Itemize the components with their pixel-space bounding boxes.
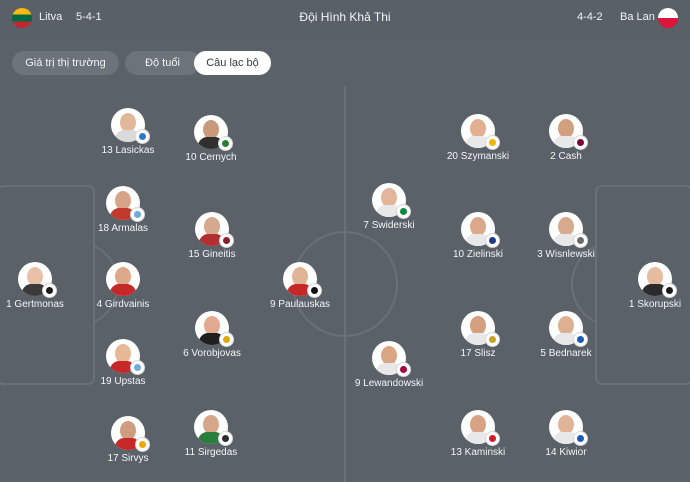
player-avatar — [194, 410, 233, 446]
player-avatar — [638, 262, 677, 298]
club-badge-icon — [130, 207, 145, 222]
player-avatar — [461, 212, 500, 248]
player-avatar — [461, 114, 500, 150]
player-name: 3 Wisnlewski — [537, 249, 595, 260]
player-avatar — [549, 311, 588, 347]
club-badge-icon — [130, 360, 145, 375]
player-avatar — [549, 212, 588, 248]
club-badge-icon — [485, 332, 500, 347]
player-card[interactable]: 1 Skorupski — [600, 262, 690, 310]
player-name: 9 Paulauskas — [269, 299, 331, 310]
club-badge-icon — [218, 431, 233, 446]
player-avatar — [106, 186, 145, 222]
player-card[interactable]: 10 Cernych — [156, 115, 266, 163]
player-name: 5 Bednarek — [540, 348, 592, 359]
club-badge-icon — [396, 362, 411, 377]
match-header: Litva 5-4-1 Đội Hình Khả Thi 4-4-2 Ba La… — [0, 0, 690, 38]
player-avatar — [195, 212, 234, 248]
club-badge-icon — [485, 233, 500, 248]
player-avatar — [372, 341, 411, 377]
club-badge-icon — [662, 283, 677, 298]
club-badge-icon — [135, 437, 150, 452]
club-badge-icon — [485, 431, 500, 446]
player-avatar — [194, 115, 233, 151]
club-badge-icon — [573, 431, 588, 446]
club-badge-icon — [307, 283, 322, 298]
player-name: 2 Cash — [550, 151, 582, 162]
player-avatar — [195, 311, 234, 347]
away-formation: 4-4-2 — [577, 11, 603, 23]
club-badge-icon — [219, 332, 234, 347]
club-badge-icon — [573, 233, 588, 248]
player-avatar — [111, 416, 150, 452]
player-name: 15 Gineitis — [188, 249, 236, 260]
club-badge-icon — [396, 204, 411, 219]
player-avatar — [106, 339, 145, 375]
player-avatar — [549, 114, 588, 150]
player-card[interactable]: 3 Wisnlewski — [511, 212, 621, 260]
player-card[interactable]: 14 Kiwior — [511, 410, 621, 458]
club-badge-icon — [42, 283, 57, 298]
football-pitch: 13 Lasickas 10 Cernych 18 Armalas 15 Gin… — [0, 86, 690, 482]
player-avatar — [461, 311, 500, 347]
player-avatar — [106, 262, 140, 296]
club-badge-icon — [218, 136, 233, 151]
away-team-name: Ba Lan — [620, 11, 655, 23]
tab-age[interactable]: Độ tuổi — [125, 51, 200, 75]
player-avatar — [18, 262, 57, 298]
club-badge-icon — [485, 135, 500, 150]
tab-club[interactable]: Câu lạc bộ — [194, 51, 271, 75]
player-avatar — [461, 410, 500, 446]
player-card[interactable]: 4 Girdvainis — [68, 262, 178, 310]
player-avatar — [372, 183, 411, 219]
club-badge-icon — [135, 129, 150, 144]
player-name: 4 Girdvainis — [96, 299, 150, 310]
tab-market-value[interactable]: Giá trị thị trường — [12, 51, 119, 75]
player-name: 1 Skorupski — [628, 299, 682, 310]
club-badge-icon — [573, 135, 588, 150]
player-card[interactable]: 2 Cash — [511, 114, 621, 162]
player-card[interactable]: 5 Bednarek — [511, 311, 621, 359]
player-card[interactable]: 19 Upstas — [68, 339, 178, 387]
player-name: 19 Upstas — [100, 376, 146, 387]
club-badge-icon — [219, 233, 234, 248]
player-avatar — [283, 262, 322, 298]
club-badge-icon — [573, 332, 588, 347]
player-card[interactable]: 15 Gineitis — [157, 212, 267, 260]
player-card[interactable]: 9 Paulauskas — [245, 262, 355, 310]
player-avatar — [549, 410, 588, 446]
player-name: 9 Lewandowski — [354, 378, 424, 389]
player-card[interactable]: 11 Sirgedas — [156, 410, 266, 458]
player-name: 10 Cernych — [185, 152, 237, 163]
poland-flag-icon — [658, 8, 678, 28]
player-avatar — [111, 108, 150, 144]
player-name: 11 Sirgedas — [184, 447, 238, 458]
player-name: 14 Kiwior — [545, 447, 587, 458]
